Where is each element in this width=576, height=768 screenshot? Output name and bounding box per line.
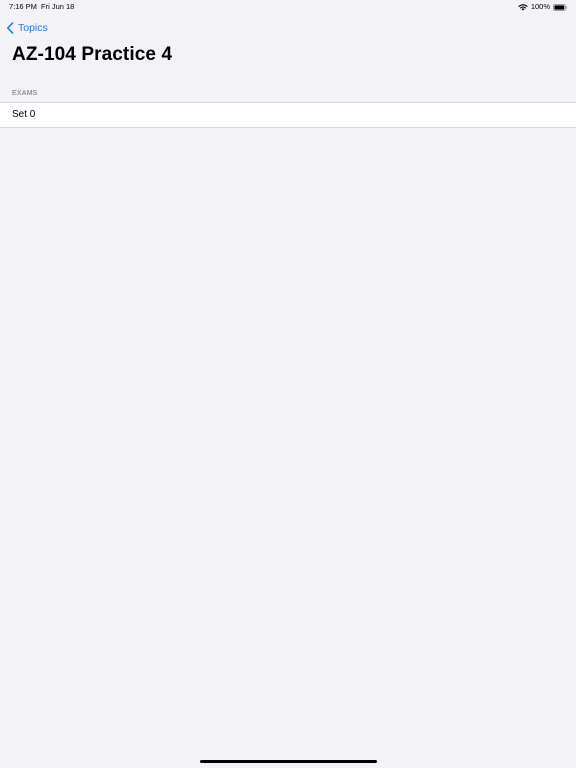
- list-item-label: Set 0: [12, 109, 36, 120]
- status-bar: 7:16 PM Fri Jun 18 100%: [0, 0, 576, 14]
- page-title: AZ-104 Practice 4: [12, 44, 173, 65]
- status-time: 7:16 PM: [9, 2, 37, 11]
- battery-icon: [553, 3, 567, 11]
- back-button[interactable]: Topics: [6, 20, 48, 36]
- home-indicator[interactable]: [200, 760, 377, 763]
- battery-percent: 100%: [530, 2, 550, 11]
- wifi-icon: [518, 4, 528, 11]
- status-indicators: 100%: [518, 0, 567, 14]
- list-item-set-0[interactable]: Set 0: [0, 103, 576, 127]
- chevron-left-icon: [7, 22, 14, 34]
- section-header-exams: EXAMS: [12, 90, 38, 97]
- back-button-label: Topics: [18, 22, 48, 34]
- status-date: Fri Jun 18: [41, 2, 75, 11]
- exams-list: Set 0: [0, 102, 576, 128]
